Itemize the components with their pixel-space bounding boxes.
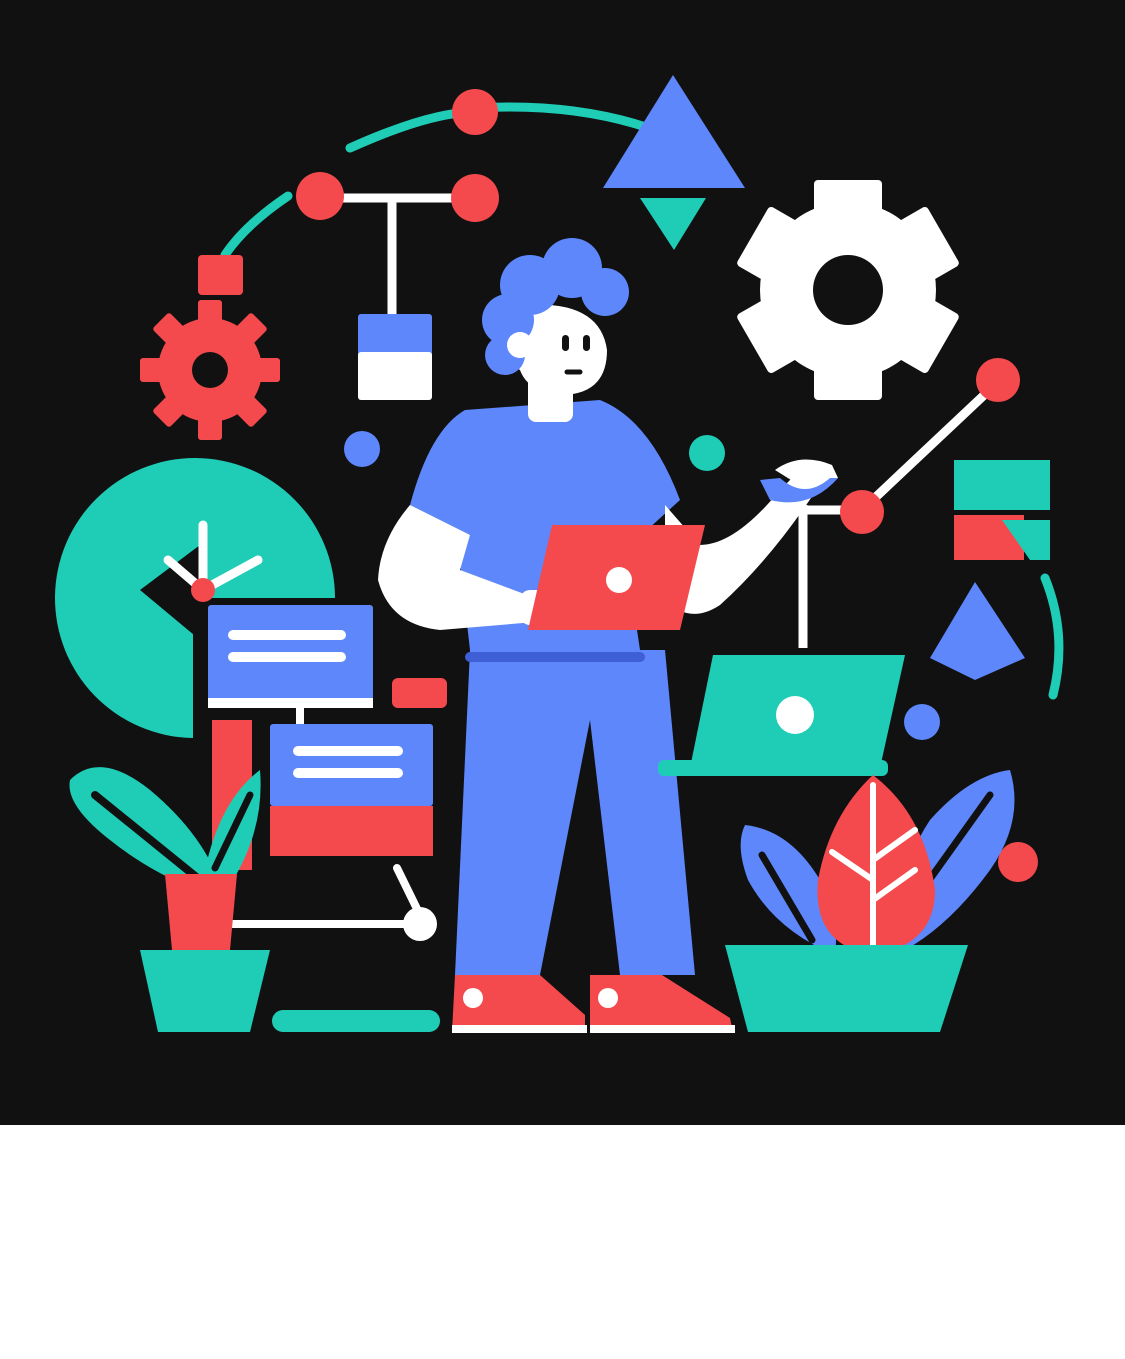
arc-node-top	[452, 89, 498, 135]
gear-icon	[737, 180, 959, 400]
gear-icon	[140, 300, 280, 440]
small-square	[198, 255, 243, 295]
blank-footer	[0, 1125, 1125, 1359]
illustration-panel	[0, 0, 1125, 1125]
flag-block	[954, 460, 1050, 560]
dot-blue-right	[904, 704, 940, 740]
dot-teal-center	[689, 435, 725, 471]
illustration-svg	[0, 0, 1125, 1125]
dot-red-right	[998, 842, 1038, 882]
dot-blue-left	[344, 431, 380, 467]
ground-bar-left	[272, 1010, 440, 1032]
